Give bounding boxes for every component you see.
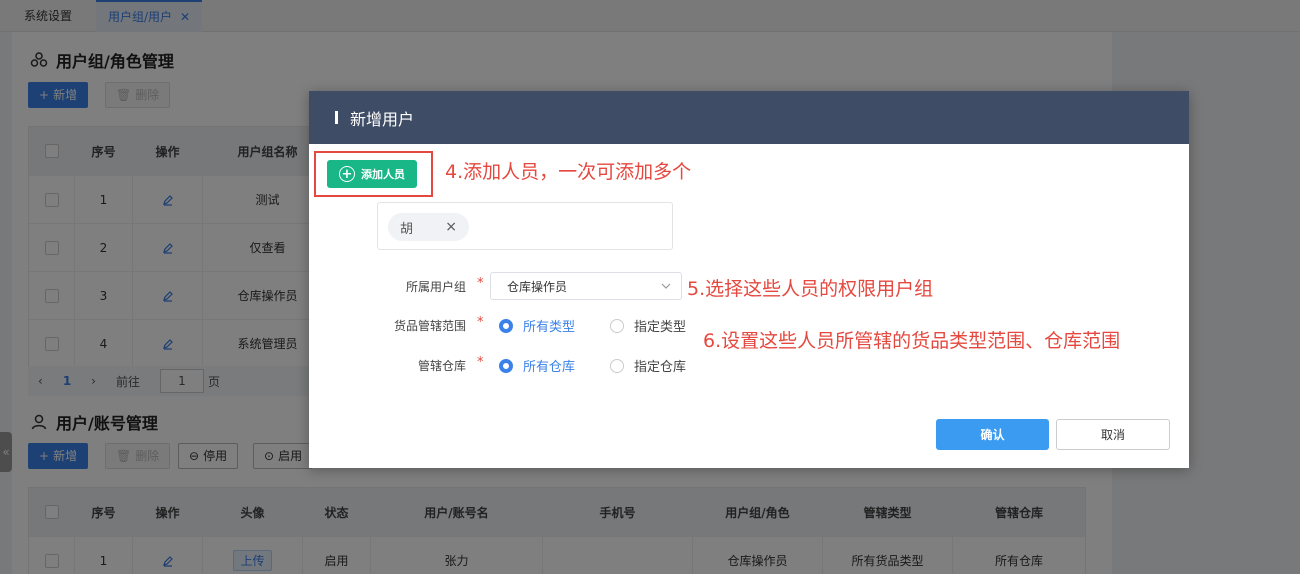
plus-circle-icon: +	[339, 166, 355, 182]
annotation-step6: 6.设置这些人员所管辖的货品类型范围、仓库范围	[703, 330, 1121, 352]
dialog-title: 新增用户	[350, 109, 415, 129]
add-member-highlight: + 添加人员	[314, 151, 433, 197]
warehouse-label: 管辖仓库	[417, 359, 466, 373]
goods-scope-all-radio[interactable]: 所有类型	[499, 316, 575, 335]
user-group-select[interactable]: 仓库操作员	[490, 272, 682, 300]
cancel-button[interactable]: 取消	[1056, 419, 1170, 450]
radio-label: 所有仓库	[523, 360, 576, 375]
warehouse-all-radio[interactable]: 所有仓库	[499, 356, 575, 375]
radio-dot[interactable]	[499, 318, 513, 333]
annotation-step5: 5.选择这些人员的权限用户组	[687, 278, 934, 300]
member-list: 胡 ×	[377, 202, 673, 250]
radio-dot[interactable]	[610, 318, 624, 333]
warehouse-specific-radio[interactable]: 指定仓库	[610, 356, 686, 375]
button-label: 添加人员	[361, 168, 405, 181]
required-mark: *	[477, 355, 484, 370]
radio-label: 指定仓库	[634, 360, 687, 375]
confirm-button[interactable]: 确认	[936, 419, 1049, 450]
radio-dot[interactable]	[610, 358, 624, 373]
member-chip: 胡 ×	[388, 213, 469, 241]
chevron-down-icon	[661, 283, 671, 289]
title-bar-accent	[335, 111, 338, 124]
dialog-header: 新增用户	[309, 91, 1189, 144]
goods-scope-specific-radio[interactable]: 指定类型	[610, 316, 686, 335]
radio-label: 所有类型	[523, 320, 576, 335]
select-value: 仓库操作员	[507, 279, 568, 294]
radio-label: 指定类型	[634, 320, 687, 335]
required-mark: *	[477, 276, 484, 291]
add-member-button[interactable]: + 添加人员	[327, 160, 417, 188]
annotation-step4: 4.添加人员，一次可添加多个	[445, 161, 692, 183]
radio-dot[interactable]	[499, 358, 513, 373]
required-mark: *	[477, 315, 484, 330]
member-name: 胡	[400, 221, 414, 237]
remove-member-icon[interactable]: ×	[445, 219, 457, 235]
goods-scope-label: 货品管辖范围	[393, 319, 466, 333]
add-user-dialog: 新增用户 + 添加人员 4.添加人员，一次可添加多个 胡 × 所属用户组 * 仓…	[309, 91, 1189, 468]
group-label: 所属用户组	[405, 280, 466, 294]
